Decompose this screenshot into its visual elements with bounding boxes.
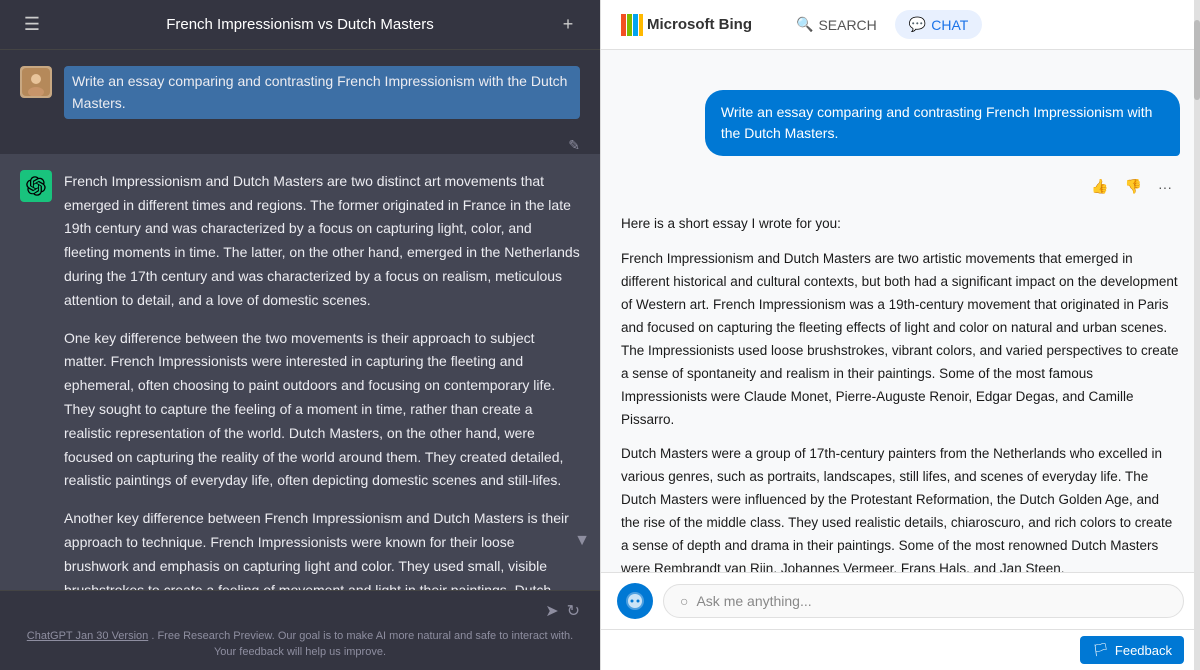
- bing-response-para-2: Dutch Masters were a group of 17th-centu…: [621, 443, 1180, 572]
- chatgpt-version-link[interactable]: ChatGPT Jan 30 Version: [27, 630, 148, 642]
- feedback-button[interactable]: 🏳 Feedback: [1080, 636, 1184, 664]
- assistant-para-2: One key difference between the two movem…: [64, 327, 580, 494]
- feedback-bar: 🏳 Feedback: [601, 629, 1200, 670]
- assistant-para-1: French Impressionism and Dutch Masters a…: [64, 170, 580, 313]
- chat-nav-icon: 💬: [909, 16, 926, 33]
- bing-footer: ○ Ask me anything...: [601, 572, 1200, 629]
- edit-icon[interactable]: ✎: [568, 137, 580, 154]
- bing-logo: Microsoft Bing: [621, 14, 752, 36]
- bing-bot-icon: [624, 590, 646, 612]
- bing-input-icon: ○: [680, 593, 688, 609]
- scroll-down-arrow: ▼: [574, 532, 590, 550]
- bing-input-box[interactable]: ○ Ask me anything...: [663, 584, 1184, 618]
- user-message-row: Write an essay comparing and contrasting…: [0, 50, 600, 135]
- bing-header: Microsoft Bing 🔍 SEARCH 💬 CHAT: [601, 0, 1200, 50]
- bing-user-message: Write an essay comparing and contrasting…: [721, 104, 1153, 141]
- bing-logo-text: Microsoft Bing: [647, 16, 752, 33]
- scrollbar-thumb: [1194, 20, 1200, 100]
- feedback-label: Feedback: [1115, 643, 1172, 658]
- search-tab-label: SEARCH: [818, 17, 876, 33]
- chatgpt-panel: ☰ French Impressionism vs Dutch Masters …: [0, 0, 600, 670]
- page-title: French Impressionism vs Dutch Masters: [44, 16, 556, 33]
- bing-input-placeholder: Ask me anything...: [696, 593, 811, 609]
- bing-search-tab[interactable]: 🔍 SEARCH: [782, 10, 891, 39]
- footer-disclaimer: ChatGPT Jan 30 Version . Free Research P…: [20, 629, 580, 660]
- footer-text-body: . Free Research Preview. Our goal is to …: [151, 630, 573, 657]
- bing-bubble-actions: 👍 👎 ···: [621, 172, 1180, 197]
- bing-response-intro: Here is a short essay I wrote for you:: [621, 213, 1180, 236]
- menu-icon[interactable]: ☰: [20, 14, 44, 35]
- plus-icon[interactable]: +: [556, 14, 580, 35]
- bing-user-bubble: Write an essay comparing and contrasting…: [705, 90, 1180, 156]
- bing-nav: 🔍 SEARCH 💬 CHAT: [782, 10, 982, 39]
- message-actions: ✎: [0, 135, 600, 154]
- thumbs-up-button[interactable]: 👍: [1087, 176, 1112, 197]
- user-avatar: [20, 66, 52, 98]
- chat-area: Write an essay comparing and contrasting…: [0, 50, 600, 590]
- scrollbar-track[interactable]: [1194, 0, 1200, 670]
- bing-panel: Microsoft Bing 🔍 SEARCH 💬 CHAT Write an …: [600, 0, 1200, 670]
- bing-response-para-1: French Impressionism and Dutch Masters a…: [621, 248, 1180, 432]
- assistant-message-row: French Impressionism and Dutch Masters a…: [0, 154, 600, 590]
- left-header: ☰ French Impressionism vs Dutch Masters …: [0, 0, 600, 50]
- search-nav-icon: 🔍: [796, 16, 813, 33]
- bing-logo-icon: [621, 14, 643, 36]
- assistant-para-3: Another key difference between French Im…: [64, 507, 580, 590]
- bing-chat-area: Write an essay comparing and contrasting…: [601, 50, 1200, 572]
- input-row: ➤ ↻: [20, 601, 580, 621]
- more-options-button[interactable]: ···: [1154, 176, 1176, 197]
- feedback-flag-icon: 🏳: [1092, 642, 1109, 658]
- chatgpt-avatar: [20, 170, 52, 202]
- thumbs-down-button[interactable]: 👎: [1121, 176, 1146, 197]
- user-message-text: Write an essay comparing and contrasting…: [64, 66, 580, 119]
- refresh-icon[interactable]: ↻: [567, 601, 580, 621]
- chat-tab-label: CHAT: [931, 17, 968, 33]
- bing-chat-tab[interactable]: 💬 CHAT: [895, 10, 983, 39]
- bing-bot-avatar: [617, 583, 653, 619]
- left-footer: ➤ ↻ ChatGPT Jan 30 Version . Free Resear…: [0, 590, 600, 670]
- send-icon[interactable]: ➤: [545, 601, 558, 621]
- bing-response: Here is a short essay I wrote for you: F…: [621, 213, 1180, 572]
- assistant-message-text: French Impressionism and Dutch Masters a…: [64, 170, 580, 590]
